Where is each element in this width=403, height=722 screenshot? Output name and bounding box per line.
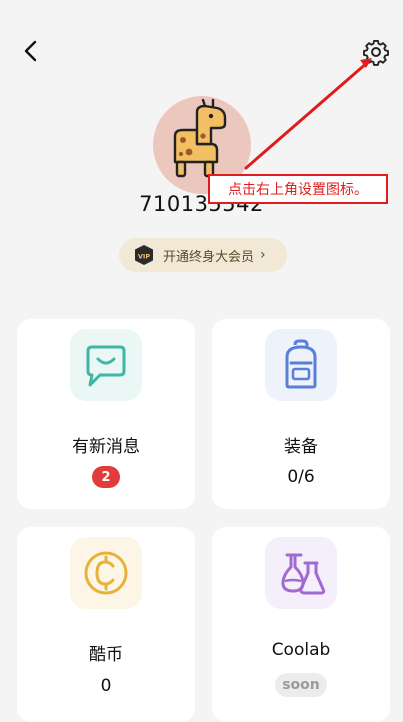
message-count-badge: 2 xyxy=(92,466,120,488)
messages-title: 有新消息 xyxy=(72,437,140,457)
coins-value: 0 xyxy=(100,676,112,696)
settings-button[interactable] xyxy=(362,38,390,66)
annotation-callout: 点击右上角设置图标。 xyxy=(208,174,388,204)
vip-badge-text: VIP xyxy=(138,252,150,260)
equipment-value: 0/6 xyxy=(287,467,315,487)
message-icon xyxy=(86,345,126,387)
flask-icon-tile xyxy=(265,537,337,609)
back-button[interactable] xyxy=(18,38,44,64)
messages-card[interactable]: 有新消息 2 xyxy=(17,319,195,509)
gear-icon xyxy=(363,39,389,66)
flask-icon xyxy=(281,553,326,595)
vip-upgrade-button[interactable]: VIP 开通终身大会员 › xyxy=(119,238,287,272)
message-icon-tile xyxy=(70,329,142,401)
soon-badge: soon xyxy=(275,673,327,697)
coin-icon-tile xyxy=(70,537,142,609)
vip-badge-icon: VIP xyxy=(135,245,153,265)
coolab-card[interactable]: Coolab soon xyxy=(212,527,390,722)
coins-card[interactable]: 酷币 0 xyxy=(17,527,195,722)
equipment-card[interactable]: 装备 0/6 xyxy=(212,319,390,509)
backpack-icon-tile xyxy=(265,329,337,401)
chevron-right-icon: › xyxy=(260,247,266,263)
coin-icon xyxy=(84,551,128,595)
equipment-title: 装备 xyxy=(284,437,318,457)
vip-label: 开通终身大会员 xyxy=(163,249,255,265)
coins-title: 酷币 xyxy=(89,645,123,665)
chevron-left-icon xyxy=(24,40,37,62)
coolab-title: Coolab xyxy=(271,640,331,660)
backpack-icon xyxy=(285,339,317,389)
